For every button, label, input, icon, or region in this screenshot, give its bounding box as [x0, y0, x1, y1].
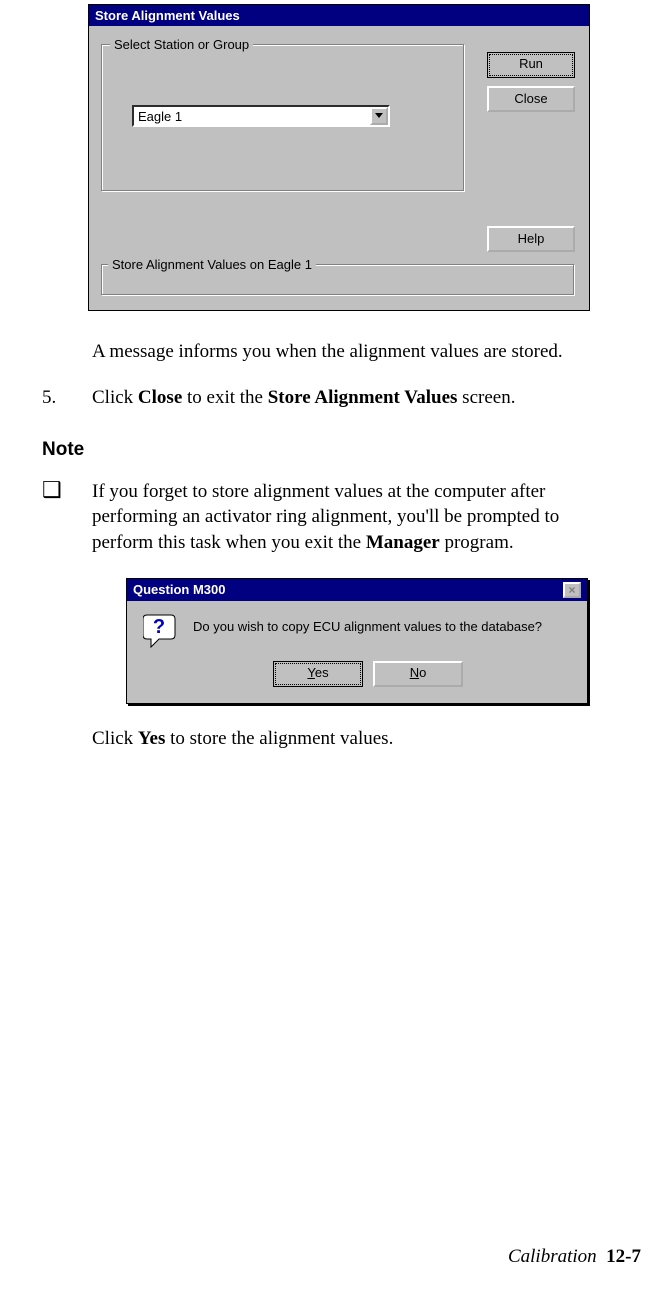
group-label: Select Station or Group [110, 37, 253, 52]
status-fieldset: Store Alignment Values on Eagle 1 [101, 264, 575, 296]
status-text: Store Alignment Values on Eagle 1 [108, 257, 316, 272]
station-combobox[interactable]: Eagle 1 [132, 105, 390, 127]
question-text: Do you wish to copy ECU alignment values… [193, 619, 542, 634]
section-name: Calibration [508, 1246, 597, 1267]
info-paragraph: A message informs you when the alignment… [92, 339, 611, 365]
yes-instruction: Click Yes to store the alignment values. [92, 728, 611, 750]
page-footer: Calibration 12-7 [508, 1246, 641, 1268]
yes-button[interactable]: Yes [273, 661, 363, 687]
bullet-icon: ❑ [42, 479, 92, 556]
step-text: Click Close to exit the Store Alignment … [92, 387, 611, 409]
step-number: 5. [42, 387, 92, 409]
svg-text:?: ? [153, 616, 165, 638]
close-button[interactable]: Close [487, 86, 575, 112]
note-heading: Note [42, 439, 641, 461]
no-button[interactable]: No [373, 661, 463, 687]
note-item: ❑ If you forget to store alignment value… [42, 479, 611, 556]
store-alignment-dialog: Store Alignment Values Select Station or… [88, 4, 590, 311]
run-button[interactable]: Run [487, 52, 575, 78]
note-text: If you forget to store alignment values … [92, 479, 611, 556]
step-5: 5. Click Close to exit the Store Alignme… [42, 387, 611, 409]
help-button[interactable]: Help [487, 226, 575, 252]
station-group-fieldset: Select Station or Group Eagle 1 [101, 44, 465, 192]
combobox-value: Eagle 1 [134, 109, 370, 124]
dropdown-icon[interactable] [370, 107, 388, 125]
page-number: 12-7 [606, 1246, 641, 1267]
question-dialog: Question M300 × ? Do you wish to copy EC… [126, 578, 588, 704]
close-icon[interactable]: × [563, 582, 581, 598]
dialog-title: Store Alignment Values [89, 5, 589, 26]
question-icon: ? [143, 613, 179, 649]
question-dialog-title: Question M300 [133, 582, 225, 597]
